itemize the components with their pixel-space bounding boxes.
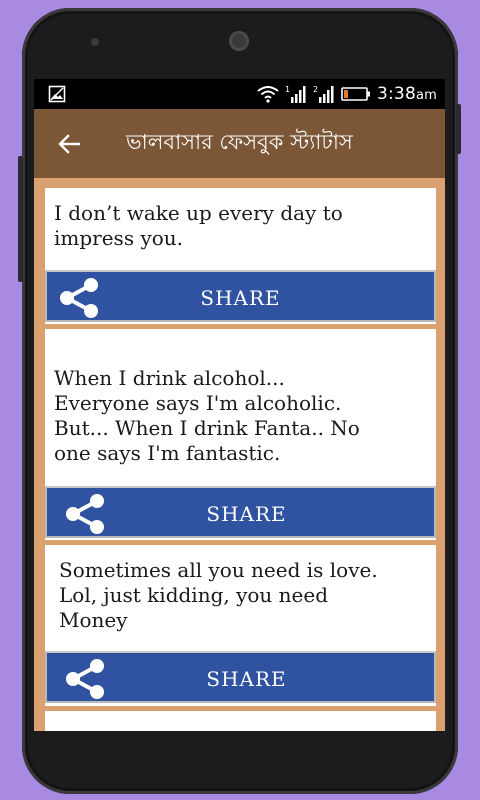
sensor-dot [91,38,99,46]
page-title: ভালবাসার ফেসবুক স্ট্যাটাস [126,130,353,154]
signal-2-icon: 2 [313,85,334,103]
arrow-left-icon [58,133,80,154]
signal-1-icon: 1 [285,85,306,103]
status-text: Sometimes all you need is love. Lol, jus… [59,558,378,632]
status-text: When I drink alcohol... Everyone says I'… [54,366,360,465]
power-button [456,104,461,154]
screen: 1 2 3:38am ভালবাসার ফেসবুক স্ট্যাটাস I d… [34,79,445,731]
share-button[interactable]: SHARE [45,486,436,538]
status-text: I don’t wake up every day to impress you… [54,201,343,250]
gallery-icon [48,85,66,103]
battery-icon [341,87,370,101]
front-camera [229,31,249,51]
clock: 3:38am [376,84,437,104]
svg-text:1: 1 [285,85,290,94]
status-list[interactable]: I don’t wake up every day to impress you… [34,178,445,731]
back-button[interactable] [34,109,104,178]
share-label: SHARE [206,667,287,691]
share-label: SHARE [206,502,287,526]
app-bar: ভালবাসার ফেসবুক স্ট্যাটাস [34,109,445,178]
share-button[interactable]: SHARE [45,270,436,322]
status-card: When I drink alcohol... Everyone says I'… [45,329,436,540]
status-bar: 1 2 3:38am [34,79,445,109]
svg-text:2: 2 [313,85,318,94]
share-label: SHARE [200,286,281,310]
status-card: I don’t wake up every day to impress you… [45,188,436,324]
volume-button [18,156,23,282]
share-button[interactable]: SHARE [45,651,436,703]
status-card-partial [45,711,436,731]
wifi-icon [257,86,279,103]
status-card: Sometimes all you need is love. Lol, jus… [45,545,436,706]
